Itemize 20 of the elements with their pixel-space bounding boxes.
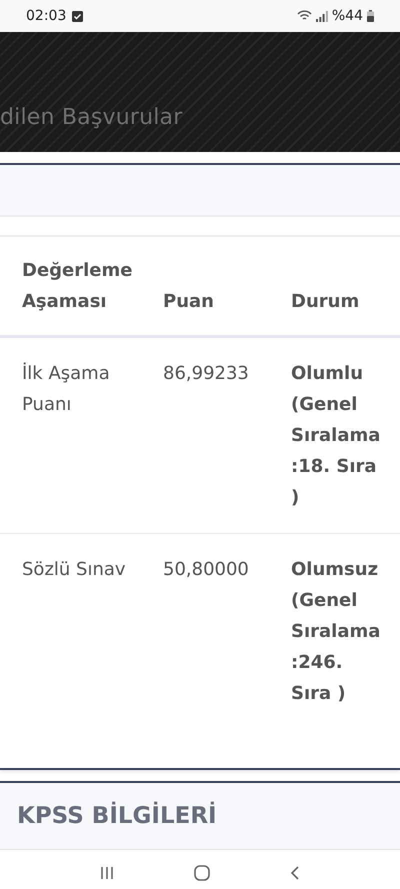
table-cell-text: İlk Aşama Puanı bbox=[22, 362, 111, 417]
wifi-icon bbox=[296, 10, 312, 22]
section-title: KPSS BİLGİLERİ bbox=[17, 803, 217, 829]
home-icon[interactable] bbox=[194, 864, 210, 880]
column-header: Durum bbox=[291, 290, 360, 314]
table-cell-text: Sözlü Sınav bbox=[22, 558, 127, 582]
battery-percentage: %44 bbox=[332, 8, 363, 24]
clock-time: 02:03 bbox=[26, 8, 66, 24]
table-cell-text: Olumsuz (Genel Sıralama :246. Sıra ) bbox=[291, 558, 381, 706]
recents-icon[interactable] bbox=[100, 866, 114, 880]
signal-icon bbox=[316, 10, 328, 22]
table-cell-text: 50,80000 bbox=[163, 558, 250, 582]
column-header: Puan bbox=[163, 290, 215, 314]
battery-icon bbox=[367, 10, 374, 22]
checkbox-icon bbox=[72, 10, 84, 22]
table-cell-text: Olumlu (Genel Sıralama :18. Sıra ) bbox=[291, 362, 381, 510]
page-title: dilen Başvurular bbox=[0, 105, 184, 130]
back-icon[interactable] bbox=[290, 866, 300, 880]
table-cell-text: 86,99233 bbox=[163, 362, 250, 386]
column-header: Değerleme Aşaması bbox=[22, 259, 134, 314]
